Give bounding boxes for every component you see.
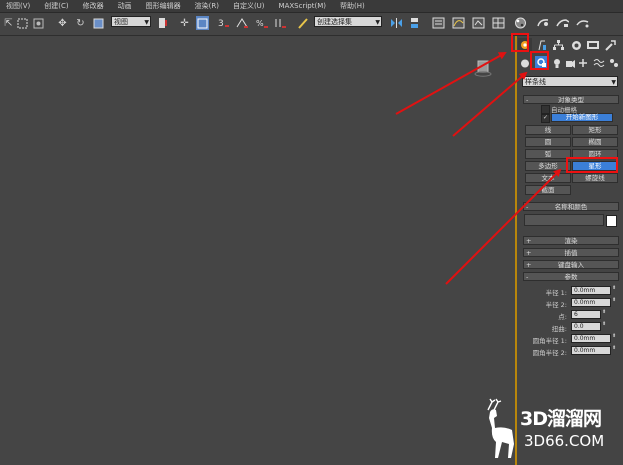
arrow-to-star-button (445, 168, 562, 285)
watermark: 3D溜溜网 3D66.COM (474, 398, 623, 465)
arrow-to-shapes-icon (452, 71, 528, 137)
annotation-arrows (395, 52, 562, 285)
watermark-url: 3D66.COM (524, 432, 605, 450)
watermark-brand: 3D溜溜网 (520, 408, 602, 430)
